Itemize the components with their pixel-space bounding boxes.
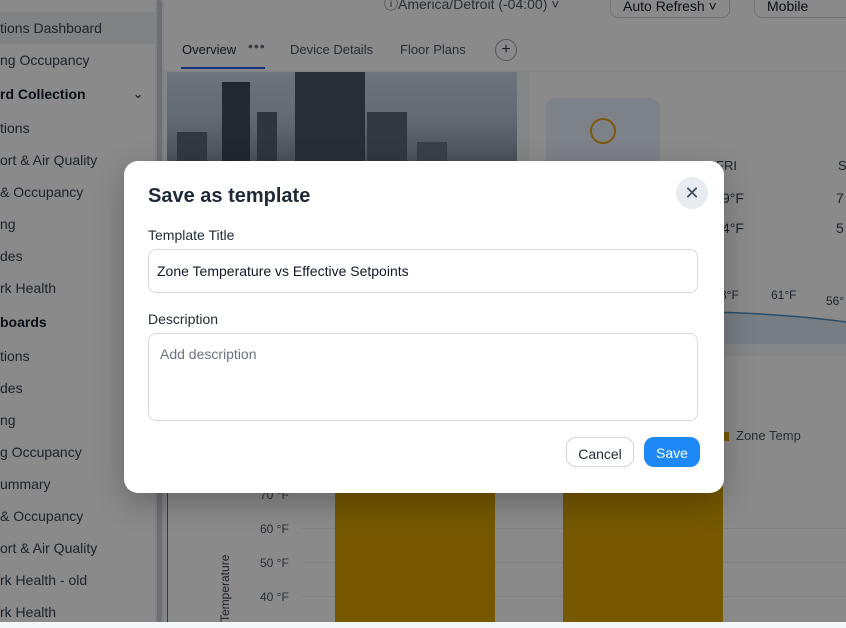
description-textarea[interactable]	[148, 333, 698, 421]
save-template-dialog: Save as template ✕ Template Title Descri…	[124, 161, 724, 493]
close-icon[interactable]: ✕	[676, 177, 708, 209]
template-title-label: Template Title	[148, 227, 235, 243]
template-title-input[interactable]	[148, 249, 698, 293]
cancel-button[interactable]: Cancel	[566, 437, 634, 467]
description-label: Description	[148, 311, 219, 327]
dialog-title: Save as template	[148, 185, 311, 207]
save-button[interactable]: Save	[644, 437, 700, 467]
